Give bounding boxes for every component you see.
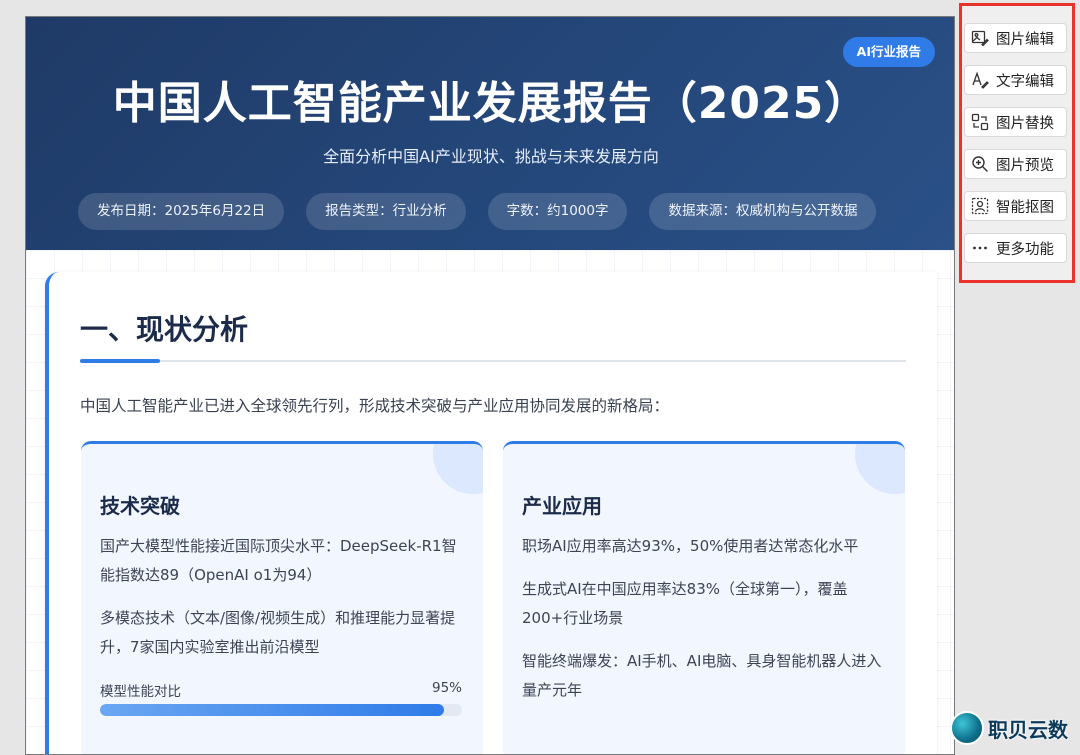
section-intro: 中国人工智能产业已进入全球领先行列，形成技术突破与产业应用协同发展的新格局： — [80, 397, 670, 415]
watermark-text: 职贝云数 — [988, 717, 1068, 742]
meta-data-source: 数据来源：权威机构与公开数据 — [649, 193, 877, 230]
image-replace-button[interactable]: 图片替换 — [964, 107, 1067, 137]
more-icon — [973, 246, 987, 250]
image-preview-button[interactable]: 图片预览 — [964, 149, 1067, 179]
text-edit-button[interactable]: 文字编辑 — [964, 65, 1067, 95]
progress-percent: 95% — [431, 680, 462, 696]
smart-cutout-icon — [971, 197, 989, 215]
card-corner-decoration — [433, 444, 483, 494]
card-paragraph: 生成式AI在中国应用率达83%（全球第一），覆盖200+行业场景 — [522, 580, 848, 627]
tool-label: 文字编辑 — [996, 73, 1054, 90]
tool-label: 更多功能 — [996, 241, 1054, 258]
section-heading: 一、现状分析 — [80, 313, 249, 346]
more-features-button[interactable]: 更多功能 — [964, 233, 1067, 263]
section-divider — [80, 360, 906, 362]
image-edit-button[interactable]: 图片编辑 — [964, 23, 1067, 53]
zoom-in-icon — [972, 156, 988, 172]
progress-label: 模型性能对比 — [100, 684, 181, 700]
card-paragraph: 职场AI应用率高达93%，50%使用者达常态化水平 — [522, 537, 859, 555]
section-status-analysis: 一、现状分析 中国人工智能产业已进入全球领先行列，形成技术突破与产业应用协同发展… — [45, 272, 937, 754]
report-content: 一、现状分析 中国人工智能产业已进入全球领先行列，形成技术突破与产业应用协同发展… — [26, 250, 954, 754]
card-paragraph: 智能终端爆发：AI手机、AI电脑、具身智能机器人进入量产元年 — [522, 652, 882, 699]
progress-bar-fill — [100, 704, 444, 716]
card-corner-decoration — [855, 444, 905, 494]
image-tools-panel: 图片编辑 文字编辑 图片替换 图片预览 智能抠图 更多功能 — [959, 3, 1075, 283]
card-paragraph: 国产大模型性能接近国际顶尖水平：DeepSeek-R1智能指数达89（OpenA… — [100, 537, 457, 584]
progress-bar — [100, 704, 462, 716]
globe-icon — [950, 711, 984, 745]
document-canvas: AI行业报告 中国人工智能产业发展报告（2025） 全面分析中国AI产业现状、挑… — [25, 16, 955, 755]
card-title: 产业应用 — [522, 494, 602, 518]
card-tech-breakthrough: 技术突破 国产大模型性能接近国际顶尖水平：DeepSeek-R1智能指数达89（… — [81, 441, 483, 754]
tool-label: 图片替换 — [996, 115, 1054, 132]
tool-label: 智能抠图 — [996, 199, 1054, 216]
report-meta: 发布日期：2025年6月22日 报告类型：行业分析 字数：约1000字 数据来源… — [78, 193, 877, 230]
image-replace-icon — [971, 113, 989, 131]
report-badge: AI行业报告 — [842, 37, 935, 67]
section-divider-accent — [80, 359, 160, 363]
watermark-logo: 职贝云数 — [950, 711, 1068, 745]
card-industry-application: 产业应用 职场AI应用率高达93%，50%使用者达常态化水平 生成式AI在中国应… — [503, 441, 905, 754]
smart-cutout-button[interactable]: 智能抠图 — [964, 191, 1067, 221]
card-paragraph: 多模态技术（文本/图像/视频生成）和推理能力显著提升，7家国内实验室推出前沿模型 — [100, 609, 456, 656]
meta-word-count: 字数：约1000字 — [487, 193, 628, 230]
card-title: 技术突破 — [100, 494, 180, 518]
report-header: AI行业报告 中国人工智能产业发展报告（2025） 全面分析中国AI产业现状、挑… — [26, 17, 954, 250]
tool-label: 图片编辑 — [996, 31, 1054, 48]
report-subtitle: 全面分析中国AI产业现状、挑战与未来发展方向 — [323, 147, 659, 166]
meta-publish-date: 发布日期：2025年6月22日 — [78, 193, 285, 230]
report-title: 中国人工智能产业发展报告（2025） — [112, 78, 870, 129]
text-edit-icon — [972, 71, 989, 89]
image-edit-icon — [971, 30, 989, 47]
meta-report-type: 报告类型：行业分析 — [306, 193, 466, 230]
tool-label: 图片预览 — [996, 157, 1054, 174]
